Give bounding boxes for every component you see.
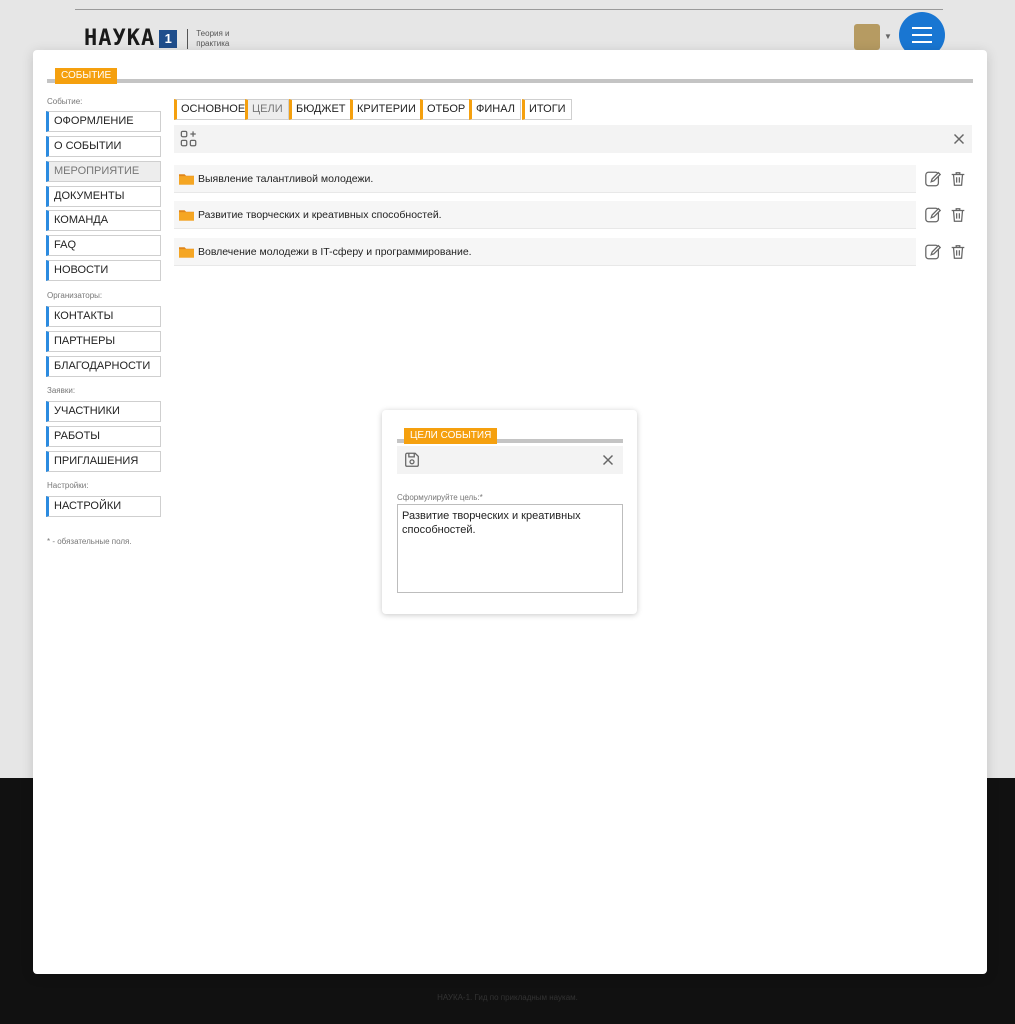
sidebar-item-participants[interactable]: УЧАСТНИКИ xyxy=(46,401,161,422)
close-icon[interactable] xyxy=(599,451,617,469)
edit-icon[interactable] xyxy=(924,243,942,261)
sidebar-item-partners[interactable]: ПАРТНЕРЫ xyxy=(46,331,161,352)
sidebar-group-label: Событие: xyxy=(47,97,83,106)
close-icon[interactable] xyxy=(950,130,968,148)
modal-header-tag: СОБЫТИЕ xyxy=(55,68,118,84)
goal-text: Выявление талантливой молодежи. xyxy=(198,173,374,185)
goal-text: Вовлечение молодежи в IT-сферу и програм… xyxy=(198,246,472,258)
goal-textarea[interactable]: Развитие творческих и креативных способн… xyxy=(397,504,623,593)
tab-main[interactable]: ОСНОВНОЕ xyxy=(174,99,252,120)
tab-results[interactable]: ИТОГИ xyxy=(522,99,572,120)
folder-icon xyxy=(179,247,194,258)
logo-badge: 1 xyxy=(159,29,178,48)
trash-icon[interactable] xyxy=(949,170,967,188)
sidebar-item-team[interactable]: КОМАНДА xyxy=(46,210,161,231)
goal-entry[interactable]: Вовлечение молодежи в IT-сферу и програм… xyxy=(174,238,916,266)
add-grid-icon[interactable] xyxy=(180,130,198,148)
goal-text: Развитие творческих и креативных способн… xyxy=(198,209,442,221)
sidebar-item-contacts[interactable]: КОНТАКТЫ xyxy=(46,306,161,327)
required-fields-note: * - обязательные поля. xyxy=(47,537,132,546)
sidebar-group-label: Организаторы: xyxy=(47,291,103,300)
dialog-header-tag: ЦЕЛИ СОБЫТИЯ xyxy=(404,428,498,444)
folder-icon xyxy=(179,210,194,221)
tab-final[interactable]: ФИНАЛ xyxy=(469,99,522,120)
list-item: Вовлечение молодежи в IT-сферу и програм… xyxy=(174,238,972,266)
header-divider xyxy=(75,9,943,10)
logo-separator xyxy=(187,28,189,49)
sidebar-item-news[interactable]: НОВОСТИ xyxy=(46,260,161,281)
edit-icon[interactable] xyxy=(924,170,942,188)
dialog-toolbar xyxy=(397,446,623,474)
edit-icon[interactable] xyxy=(924,206,942,224)
list-item: Развитие творческих и креативных способн… xyxy=(174,201,972,229)
chevron-down-icon[interactable]: ▼ xyxy=(884,32,892,41)
logo-subtitle: Теория и практика xyxy=(196,28,230,48)
goals-toolbar xyxy=(174,125,972,153)
sidebar-item-about[interactable]: О СОБЫТИИ xyxy=(46,136,161,157)
list-item: Выявление талантливой молодежи. xyxy=(174,165,972,193)
save-icon[interactable] xyxy=(403,451,421,469)
trash-icon[interactable] xyxy=(949,243,967,261)
modal-header-bar xyxy=(47,79,973,83)
goal-entry[interactable]: Развитие творческих и креативных способн… xyxy=(174,201,916,229)
goal-entry[interactable]: Выявление талантливой молодежи. xyxy=(174,165,916,193)
tab-budget[interactable]: БЮДЖЕТ xyxy=(289,99,352,120)
sidebar-item-activity[interactable]: МЕРОПРИЯТИЕ xyxy=(46,161,161,182)
sidebar-item-works[interactable]: РАБОТЫ xyxy=(46,426,161,447)
site-logo[interactable]: НАУКА 1 Теория и практика xyxy=(84,26,236,51)
sidebar-item-design[interactable]: ОФОРМЛЕНИЕ xyxy=(46,111,161,132)
tab-criteria[interactable]: КРИТЕРИИ xyxy=(350,99,422,120)
tab-selection[interactable]: ОТБОР xyxy=(420,99,472,120)
sidebar-item-settings[interactable]: НАСТРОЙКИ xyxy=(46,496,161,517)
logo-text: НАУКА xyxy=(84,26,156,51)
footer-text: НАУКА-1. Гид по прикладным наукам. xyxy=(437,993,578,1002)
folder-icon xyxy=(179,174,194,185)
goal-edit-dialog: ЦЕЛИ СОБЫТИЯ Сформулируйте цель:* Развит… xyxy=(382,410,637,614)
user-avatar[interactable] xyxy=(854,24,880,50)
sidebar-group-label: Заявки: xyxy=(47,386,76,395)
sidebar-group-label: Настройки: xyxy=(47,481,89,490)
sidebar-item-faq[interactable]: FAQ xyxy=(46,235,161,256)
trash-icon[interactable] xyxy=(949,206,967,224)
tab-goals[interactable]: ЦЕЛИ xyxy=(245,99,289,120)
goal-field-label: Сформулируйте цель:* xyxy=(397,493,483,502)
sidebar-item-documents[interactable]: ДОКУМЕНТЫ xyxy=(46,186,161,207)
sidebar-item-invitations[interactable]: ПРИГЛАШЕНИЯ xyxy=(46,451,161,472)
sidebar-item-thanks[interactable]: БЛАГОДАРНОСТИ xyxy=(46,356,161,377)
